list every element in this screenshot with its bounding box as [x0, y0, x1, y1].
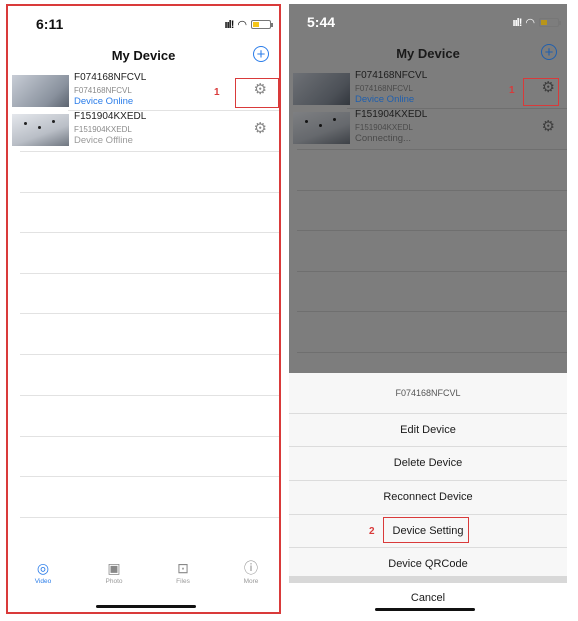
device-name: F151904KXEDL	[355, 109, 428, 120]
annotation-number: 2	[369, 526, 375, 537]
device-status: Device Online	[74, 96, 134, 107]
device-row[interactable]: F151904KXEDL F151904KXEDL Connecting... …	[289, 109, 567, 147]
dimmed-background: 5:44 ııl! ◠ My Device + F074168NFCVL F07…	[289, 4, 567, 373]
home-indicator	[96, 605, 196, 608]
device-row[interactable]: F151904KXEDL F151904KXEDL Device Offline…	[8, 111, 279, 149]
add-device-icon[interactable]: +	[541, 44, 557, 60]
device-id: F074168NFCVL	[355, 84, 413, 93]
page-title: My Device	[396, 46, 460, 61]
divider	[20, 354, 279, 355]
gear-icon[interactable]: ⚙	[542, 119, 555, 135]
highlight-box	[235, 78, 279, 108]
left-phone-screen: 6:11 ııl! ◠ My Device + F074168NFCVL F07…	[6, 4, 281, 614]
device-status: Device Online	[355, 94, 415, 105]
divider	[20, 476, 279, 477]
divider	[20, 395, 279, 396]
device-row[interactable]: F074168NFCVL F074168NFCVL Device Online …	[289, 70, 567, 108]
tab-more[interactable]: ⓘ More	[226, 560, 276, 585]
highlight-box	[523, 78, 559, 106]
device-row[interactable]: F074168NFCVL F074168NFCVL Device Online …	[8, 72, 279, 110]
gear-icon[interactable]: ⚙	[254, 121, 267, 137]
status-time: 6:11	[36, 16, 64, 32]
divider	[297, 190, 567, 191]
right-phone-screen: 5:44 ııl! ◠ My Device + F074168NFCVL F07…	[289, 4, 567, 617]
tab-bar: ◎ Video ▣ Photo ⊡ Files ⓘ More	[8, 554, 279, 612]
battery-icon	[251, 20, 273, 29]
divider	[297, 230, 567, 231]
edit-device-button[interactable]: Edit Device	[289, 413, 567, 446]
annotation-number: 1	[509, 85, 515, 96]
wifi-icon: ◠	[525, 17, 535, 29]
tab-label: Photo	[105, 578, 123, 585]
device-id: F074168NFCVL	[74, 86, 132, 95]
battery-icon	[539, 18, 561, 27]
device-name: F074168NFCVL	[74, 72, 147, 83]
device-name: F151904KXEDL	[74, 111, 147, 122]
annotation-number: 1	[214, 87, 220, 98]
divider	[20, 517, 279, 518]
divider	[20, 151, 279, 152]
device-status: Connecting...	[355, 133, 411, 144]
divider	[297, 149, 567, 150]
sheet-title: F074168NFCVL	[395, 388, 461, 398]
nav-bar: My Device +	[289, 44, 567, 70]
reconnect-device-button[interactable]: Reconnect Device	[289, 480, 567, 513]
tab-files[interactable]: ⊡ Files	[158, 560, 208, 585]
cancel-button[interactable]: Cancel	[289, 583, 567, 617]
add-device-icon[interactable]: +	[253, 46, 269, 62]
divider	[297, 352, 567, 353]
sheet-separator	[289, 576, 567, 583]
home-indicator	[375, 608, 475, 611]
nav-bar: My Device +	[8, 46, 279, 72]
divider	[20, 232, 279, 233]
divider	[20, 192, 279, 193]
photo-icon: ▣	[107, 560, 121, 576]
signal-icon: ııl!	[512, 16, 523, 29]
signal-icon: ııl!	[224, 18, 235, 31]
divider	[20, 273, 279, 274]
status-time: 5:44	[307, 14, 336, 30]
divider	[297, 271, 567, 272]
tab-label: More	[243, 578, 259, 585]
tab-label: Video	[34, 578, 52, 585]
divider	[297, 311, 567, 312]
highlight-box	[383, 517, 469, 543]
camera-icon: ◎	[36, 560, 50, 576]
tab-photo[interactable]: ▣ Photo	[89, 560, 139, 585]
device-name: F074168NFCVL	[355, 70, 428, 81]
device-status: Device Offline	[74, 135, 133, 146]
divider	[20, 313, 279, 314]
device-thumbnail	[293, 73, 350, 105]
files-icon: ⊡	[177, 560, 189, 576]
device-thumbnail	[12, 114, 69, 146]
device-thumbnail	[12, 75, 69, 107]
device-thumbnail	[293, 112, 350, 144]
divider	[20, 436, 279, 437]
delete-device-button[interactable]: Delete Device	[289, 446, 567, 479]
tab-video[interactable]: ◎ Video	[18, 560, 68, 585]
page-title: My Device	[111, 48, 176, 63]
device-id: F151904KXEDL	[355, 123, 413, 132]
wifi-icon: ◠	[237, 19, 247, 31]
status-bar: 6:11 ııl! ◠	[8, 6, 279, 46]
device-id: F151904KXEDL	[74, 125, 132, 134]
more-icon: ⓘ	[244, 560, 258, 576]
status-bar: 5:44 ııl! ◠	[289, 4, 567, 44]
tab-label: Files	[176, 578, 190, 585]
